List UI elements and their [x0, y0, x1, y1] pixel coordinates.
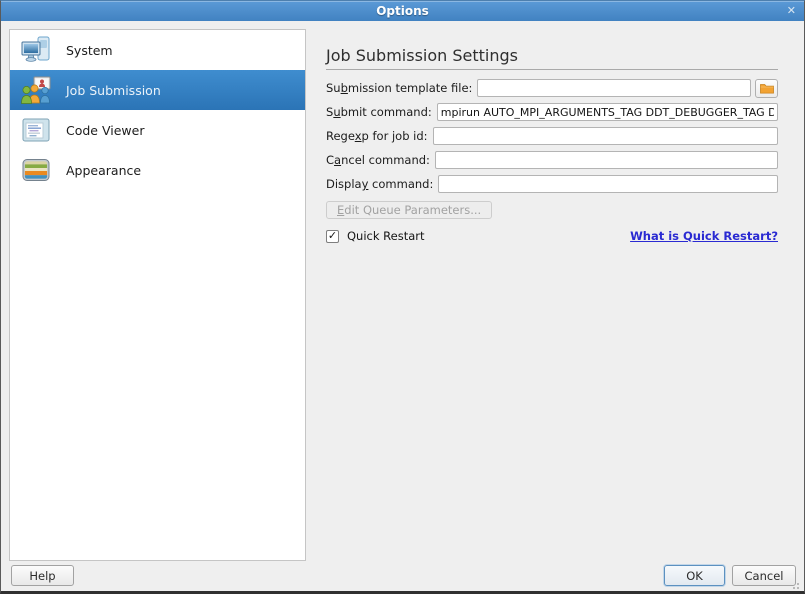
- sidebar-item-label: Appearance: [66, 163, 141, 178]
- options-window: Options ✕ System: [0, 0, 805, 594]
- sidebar: System Job Submission: [9, 29, 306, 561]
- regexp-job-id-label: Regexp for job id:: [326, 129, 428, 143]
- submit-command-input[interactable]: [437, 103, 778, 121]
- sidebar-item-job-submission[interactable]: Job Submission: [10, 70, 305, 110]
- cancel-command-label: Cancel command:: [326, 153, 430, 167]
- template-file-label: Submission template file:: [326, 81, 472, 95]
- label-text: bmit command:: [341, 105, 432, 119]
- field-row-submit-command: Submit command:: [326, 103, 778, 121]
- quick-restart-row: ✓ Quick Restart What is Quick Restart?: [326, 228, 778, 244]
- what-is-quick-restart-link[interactable]: What is Quick Restart?: [630, 229, 778, 243]
- regexp-job-id-input[interactable]: [433, 127, 778, 145]
- help-button[interactable]: Help: [11, 565, 74, 586]
- divider: [326, 69, 778, 70]
- page-title: Job Submission Settings: [326, 46, 778, 66]
- sidebar-item-label: System: [66, 43, 113, 58]
- label-text: p for job id:: [362, 129, 428, 143]
- label-text: C: [326, 153, 334, 167]
- sidebar-item-code-viewer[interactable]: Code Viewer: [10, 110, 305, 150]
- sidebar-item-label: Code Viewer: [66, 123, 144, 138]
- system-icon: [19, 33, 53, 67]
- quick-restart-checkbox[interactable]: ✓: [326, 230, 339, 243]
- cancel-button[interactable]: Cancel: [732, 565, 796, 586]
- label-text: Su: [326, 81, 341, 95]
- appearance-icon: [19, 153, 53, 187]
- submit-command-label: Submit command:: [326, 105, 432, 119]
- label-text: command:: [368, 177, 433, 191]
- close-icon[interactable]: ✕: [787, 1, 796, 21]
- check-icon: ✓: [328, 230, 337, 241]
- template-file-input[interactable]: [477, 79, 751, 97]
- field-row-display-command: Display command:: [326, 175, 778, 193]
- label-text: dit Queue Parameters...: [344, 203, 481, 217]
- edit-queue-parameters-button[interactable]: Edit Queue Parameters...: [326, 201, 492, 219]
- label-text: Rege: [326, 129, 355, 143]
- ok-button[interactable]: OK: [664, 565, 725, 586]
- label-mnemonic: u: [333, 105, 340, 119]
- sidebar-item-appearance[interactable]: Appearance: [10, 150, 305, 190]
- label-text: mission template file:: [348, 81, 473, 95]
- label-text: Displa: [326, 177, 362, 191]
- field-row-template-file: Submission template file:: [326, 79, 778, 97]
- sidebar-item-label: Job Submission: [66, 83, 161, 98]
- label-mnemonic: b: [341, 81, 348, 95]
- browse-button[interactable]: [755, 79, 778, 98]
- label-text: ncel command:: [341, 153, 430, 167]
- display-command-label: Display command:: [326, 177, 433, 191]
- field-row-regexp-job-id: Regexp for job id:: [326, 127, 778, 145]
- quick-restart-label: Quick Restart: [347, 229, 425, 243]
- folder-icon: [760, 83, 774, 94]
- sidebar-item-system[interactable]: System: [10, 30, 305, 70]
- titlebar[interactable]: Options ✕: [1, 1, 804, 21]
- label-mnemonic: x: [355, 129, 362, 143]
- window-title: Options: [1, 1, 804, 21]
- job-submission-icon: [19, 73, 53, 107]
- code-viewer-icon: [19, 113, 53, 147]
- job-submission-settings-panel: Job Submission Settings Submission templ…: [326, 46, 778, 244]
- cancel-command-input[interactable]: [435, 151, 778, 169]
- resize-grip-icon[interactable]: [797, 587, 799, 589]
- field-row-cancel-command: Cancel command:: [326, 151, 778, 169]
- display-command-input[interactable]: [438, 175, 778, 193]
